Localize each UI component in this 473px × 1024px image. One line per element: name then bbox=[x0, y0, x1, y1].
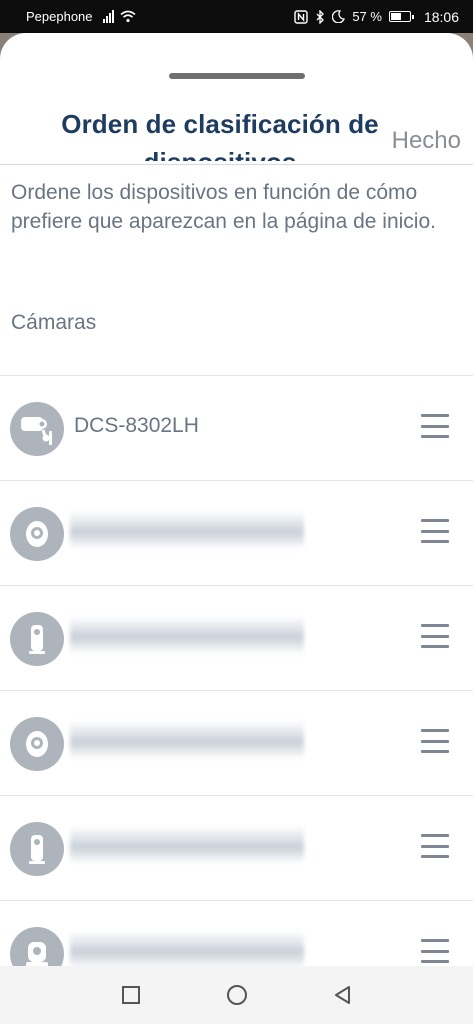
device-name: DCS-8302LH bbox=[74, 414, 199, 437]
device-row[interactable] bbox=[0, 480, 473, 585]
dome-camera-icon bbox=[10, 507, 64, 561]
bluetooth-icon bbox=[316, 9, 325, 24]
device-row[interactable] bbox=[0, 900, 473, 966]
dome-camera-icon bbox=[10, 717, 64, 771]
signal-icon bbox=[102, 10, 114, 23]
device-list: DCS-8302LH bbox=[0, 375, 473, 966]
slim-camera-icon bbox=[10, 822, 64, 876]
device-row[interactable] bbox=[0, 795, 473, 900]
sheet-title-container: Orden de clasificación de dispositivos bbox=[40, 105, 400, 161]
status-bar: Pepephone 57 % 18:06 bbox=[0, 0, 473, 33]
sheet-drag-handle[interactable] bbox=[169, 73, 305, 79]
recents-square-icon[interactable] bbox=[119, 983, 143, 1007]
drag-handle-icon[interactable] bbox=[421, 939, 449, 963]
drag-handle-icon[interactable] bbox=[421, 729, 449, 753]
drag-handle-icon[interactable] bbox=[421, 834, 449, 858]
carrier-name: Pepephone bbox=[26, 9, 93, 24]
redacted-device-name bbox=[70, 616, 304, 654]
drag-handle-icon[interactable] bbox=[421, 624, 449, 648]
clock: 18:06 bbox=[423, 8, 459, 25]
wifi-icon bbox=[119, 10, 136, 23]
battery-icon bbox=[388, 11, 414, 22]
device-row[interactable]: DCS-8302LH bbox=[0, 375, 473, 480]
slim-camera-icon bbox=[10, 612, 64, 666]
page-title: Orden de clasificación de dispositivos bbox=[61, 109, 379, 161]
done-button[interactable]: Hecho bbox=[392, 127, 461, 155]
redacted-device-name bbox=[70, 721, 304, 759]
device-row[interactable] bbox=[0, 690, 473, 795]
device-row[interactable] bbox=[0, 585, 473, 690]
back-triangle-icon[interactable] bbox=[331, 983, 355, 1007]
header-divider bbox=[0, 164, 473, 165]
battery-percentage: 57 % bbox=[352, 9, 382, 24]
redacted-device-name bbox=[70, 931, 304, 966]
home-circle-icon[interactable] bbox=[225, 983, 249, 1007]
moon-icon bbox=[332, 10, 346, 23]
sort-order-sheet: Orden de clasificación de dispositivos H… bbox=[0, 33, 473, 966]
description-text: Ordene los dispositivos en función de có… bbox=[11, 181, 436, 233]
system-navigation-bar bbox=[0, 966, 473, 1024]
redacted-device-name bbox=[70, 826, 304, 864]
pan-tilt-camera-icon bbox=[10, 927, 64, 966]
section-label-cameras: Cámaras bbox=[11, 311, 97, 334]
outdoor-camera-icon bbox=[10, 402, 64, 456]
drag-handle-icon[interactable] bbox=[421, 414, 449, 438]
nfc-icon bbox=[294, 9, 309, 24]
redacted-device-name bbox=[70, 511, 304, 549]
drag-handle-icon[interactable] bbox=[421, 519, 449, 543]
